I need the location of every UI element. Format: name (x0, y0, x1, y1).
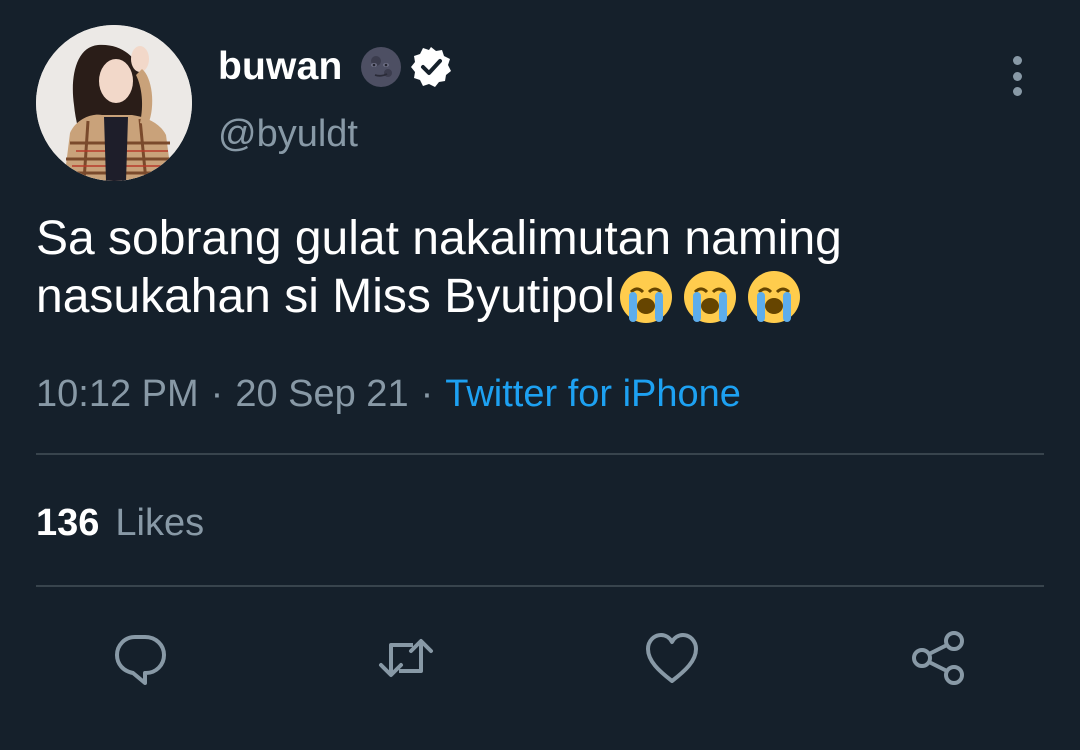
reply-button[interactable] (104, 622, 176, 694)
reply-icon (115, 635, 166, 685)
tweet-meta: 10:12 PM · 20 Sep 21 · Twitter for iPhon… (36, 373, 741, 416)
tweet-time[interactable]: 10:12 PM (36, 373, 199, 416)
loudly-crying-face-emoji-icon (683, 271, 736, 323)
tweet-text: Sa sobrang gulat nakalimutan naming nasu… (36, 210, 1046, 326)
avatar[interactable] (36, 25, 192, 181)
new-moon-face-icon (360, 47, 401, 87)
tweet-text-line-2: nasukahan si Miss Byutipol (36, 270, 615, 323)
divider (36, 453, 1044, 455)
likes-stat[interactable]: 136 Likes (36, 502, 204, 545)
meta-separator: · (210, 373, 224, 415)
share-button[interactable] (902, 622, 974, 694)
retweet-button[interactable] (370, 622, 442, 694)
verified-badge-icon (410, 47, 451, 87)
tweet-source-link[interactable]: Twitter for iPhone (445, 373, 741, 416)
more-options-button[interactable] (996, 54, 1038, 98)
likes-label: Likes (115, 502, 205, 544)
meta-separator: · (420, 373, 434, 415)
loudly-crying-face-emoji-icon (619, 271, 672, 323)
tweet-action-bar (0, 622, 1080, 694)
like-icon (646, 633, 698, 683)
tweet-date[interactable]: 20 Sep 21 (235, 373, 408, 416)
like-button[interactable] (636, 622, 708, 694)
tweet-text-line-1: Sa sobrang gulat nakalimutan naming (36, 212, 842, 265)
avatar-image (36, 25, 192, 181)
loudly-crying-face-emoji-icon (747, 271, 800, 323)
more-vertical-icon (1012, 56, 1022, 65)
author-handle[interactable]: @byuldt (218, 113, 358, 156)
display-name[interactable]: buwan (218, 45, 343, 89)
retweet-icon (379, 639, 433, 677)
likes-count: 136 (36, 502, 100, 544)
divider (36, 585, 1044, 587)
author-name-row[interactable]: buwan (218, 42, 455, 92)
share-icon (912, 631, 964, 685)
